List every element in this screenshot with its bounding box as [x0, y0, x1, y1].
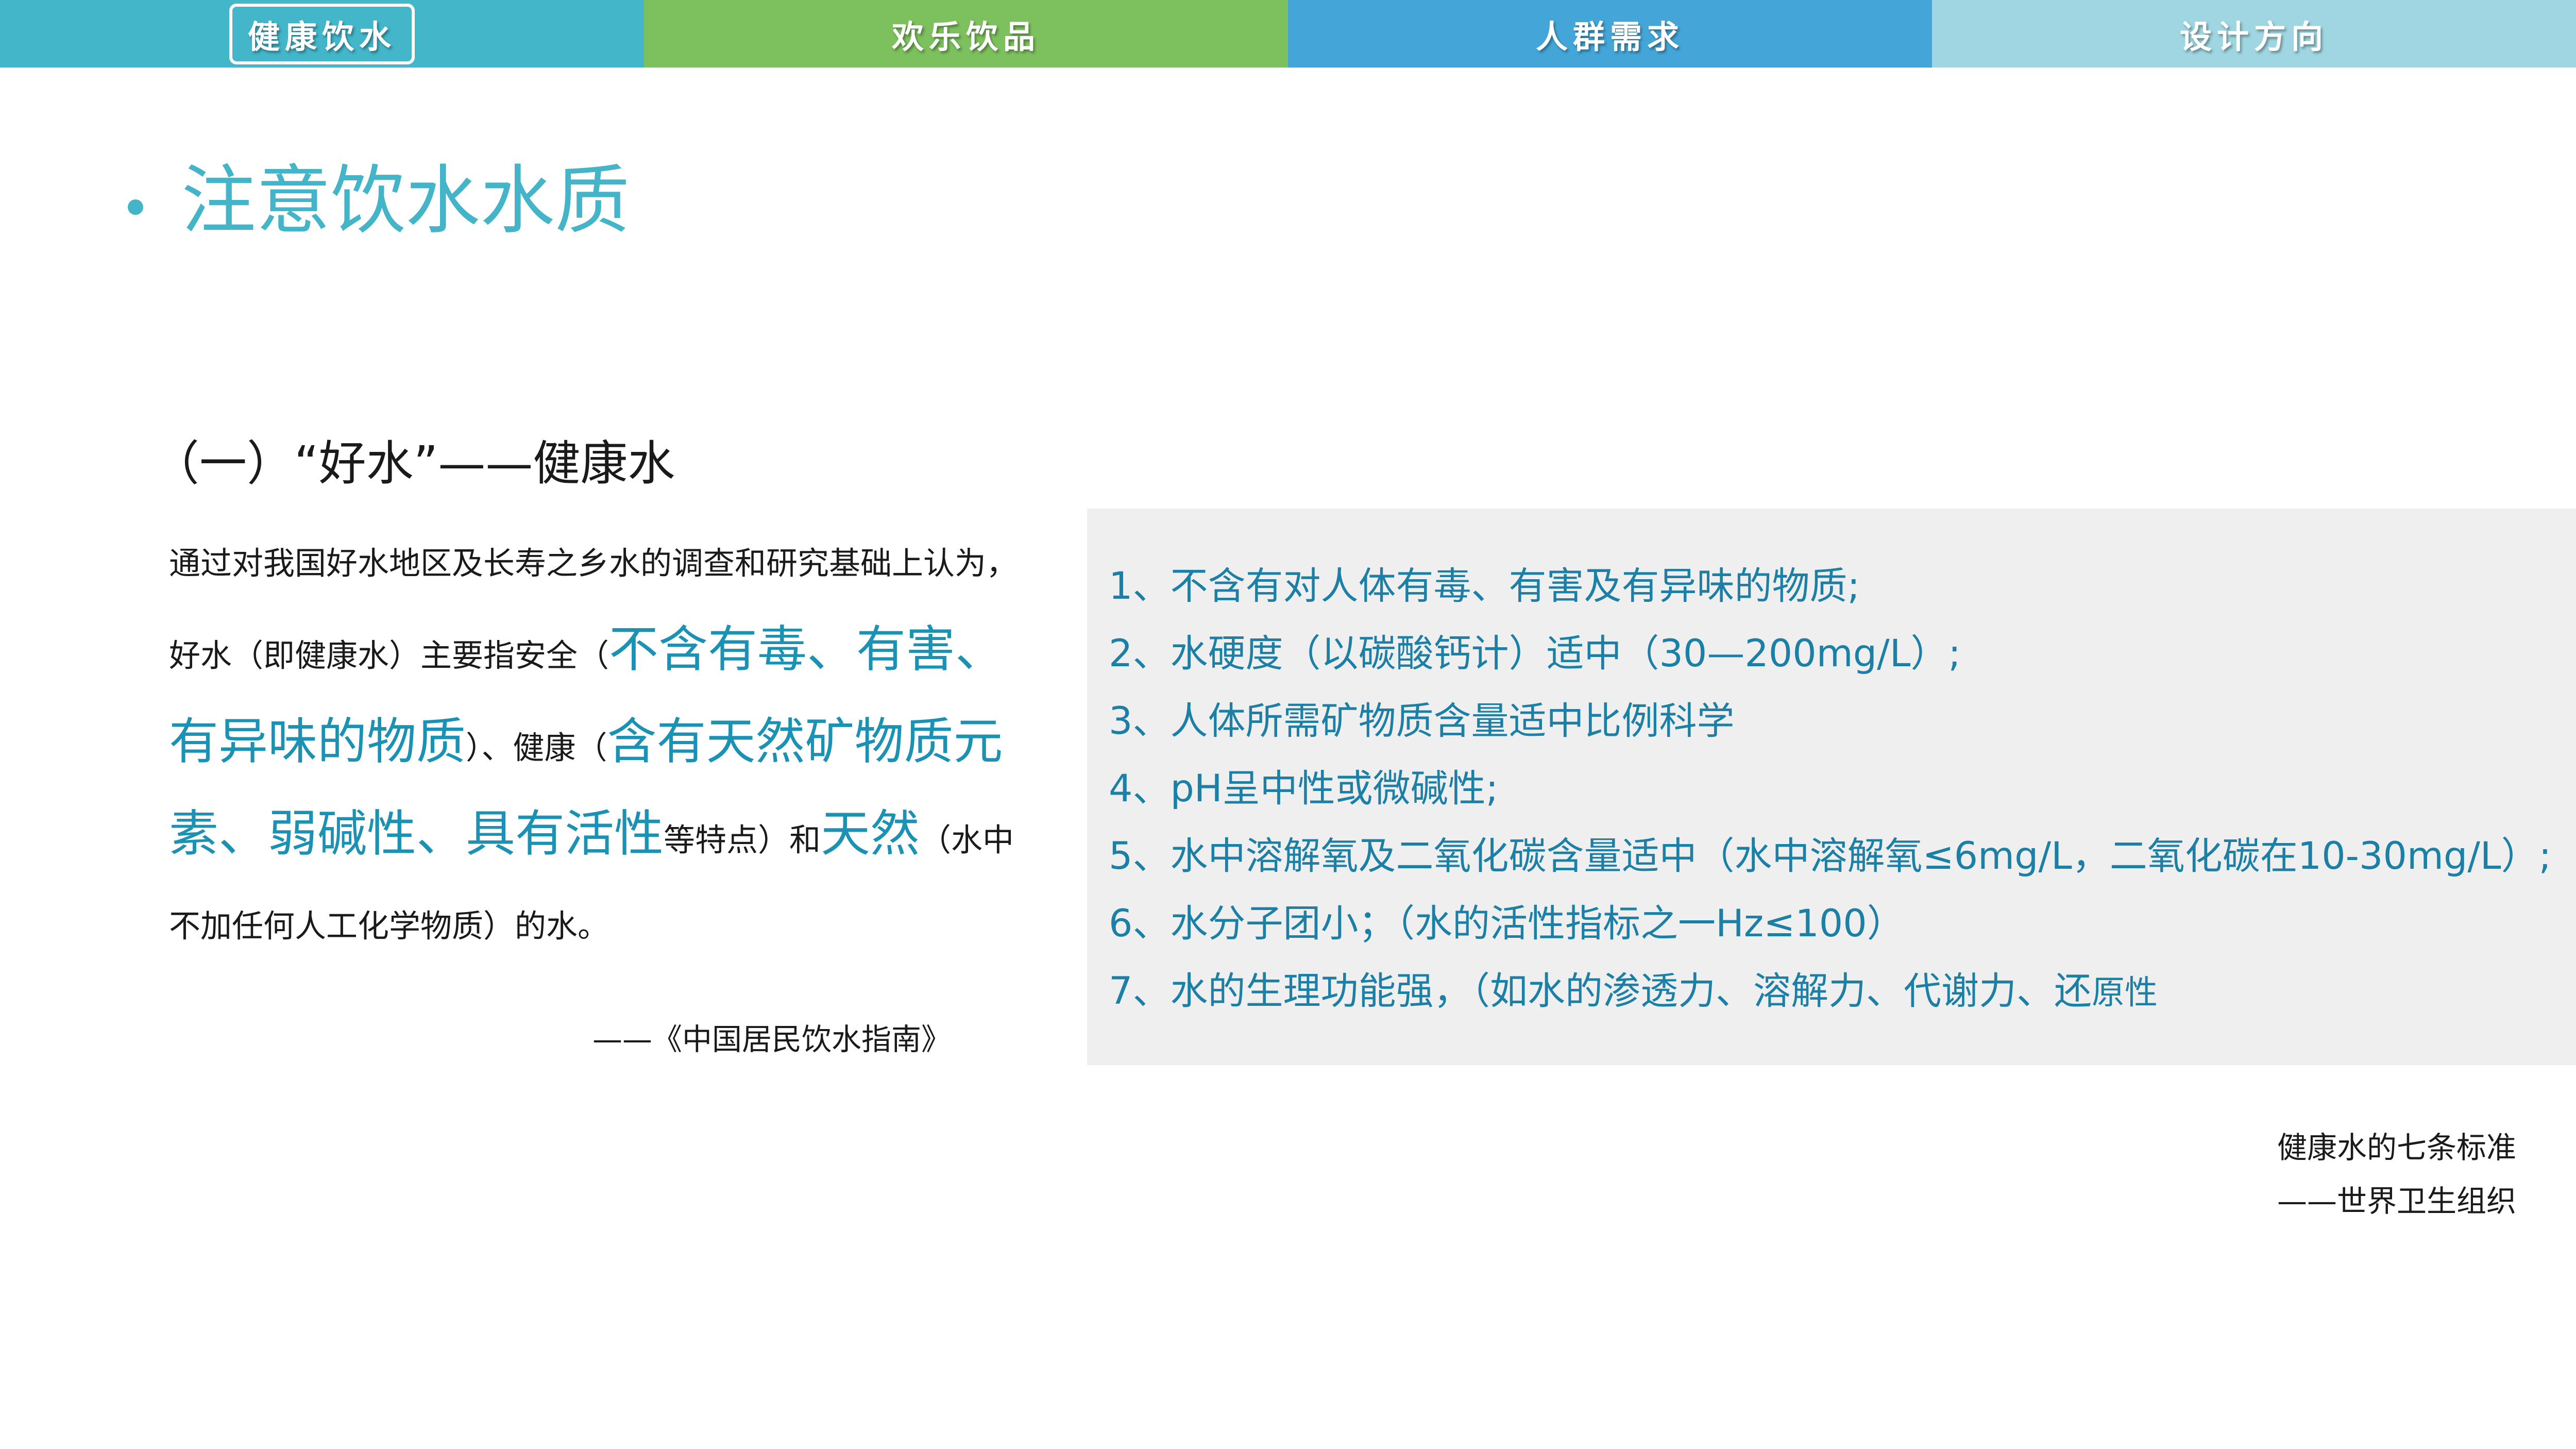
section-heading: （一）“好水”——健康水: [152, 436, 675, 491]
intro-text-3: 等特点）和: [664, 822, 821, 858]
list-item: 5、水中溶解氧及二氧化碳含量适中（水中溶解氧≤6mg/L，二氧化碳在10-30m…: [1109, 834, 2552, 878]
standards-panel: 1、不含有对人体有毒、有害及有异味的物质; 2、水硬度（以碳酸钙计）适中（30—…: [1087, 509, 2576, 1065]
intro-paragraph: 通过对我国好水地区及长寿之乡水的调查和研究基础上认为，好水（即健康水）主要指安全…: [169, 520, 1035, 969]
tab-happy-drinks[interactable]: 欢乐饮品: [644, 0, 1288, 68]
caption-title: 健康水的七条标准: [2277, 1130, 2516, 1165]
tab-design-direction-label: 设计方向: [2179, 18, 2328, 56]
tab-happy-drinks-label: 欢乐饮品: [891, 18, 1040, 56]
tab-user-needs-label: 人群需求: [1535, 18, 1684, 56]
list-item: 3、人体所需矿物质含量适中比例科学: [1109, 699, 1735, 743]
citation: ——《中国居民饮水指南》: [592, 1022, 952, 1057]
standards-list: 1、不含有对人体有毒、有害及有异味的物质; 2、水硬度（以碳酸钙计）适中（30—…: [1109, 552, 2576, 1027]
intro-text-2: ）、健康（: [466, 730, 607, 766]
top-navigation: 健康饮水 欢乐饮品 人群需求 设计方向: [0, 0, 2576, 68]
caption-source: ——世界卫生组织: [2277, 1184, 2516, 1219]
highlight-natural: 天然: [821, 805, 920, 863]
list-item: 6、水分子团小；（水的活性指标之一Hz≤100）: [1109, 902, 1905, 946]
tab-design-direction[interactable]: 设计方向: [1932, 0, 2576, 68]
page-title: 注意饮水水质: [181, 157, 630, 244]
tab-user-needs[interactable]: 人群需求: [1288, 0, 1932, 68]
tab-healthy-drinking[interactable]: 健康饮水: [0, 0, 644, 68]
tab-healthy-drinking-label: 健康饮水: [229, 3, 415, 64]
list-item: 4、pH呈中性或微碱性;: [1109, 767, 1499, 811]
list-item: 1、不含有对人体有毒、有害及有异味的物质;: [1109, 564, 1860, 608]
standards-caption: 健康水的七条标准 ——世界卫生组织: [2277, 1121, 2516, 1228]
list-item: 2、水硬度（以碳酸钙计）适中（30—200mg/L）;: [1109, 632, 1961, 676]
list-item: 7、水的生理功能强，（如水的渗透力、溶解力、代谢力、还原性: [1109, 969, 2158, 1013]
title-bullet-icon: [128, 199, 143, 215]
